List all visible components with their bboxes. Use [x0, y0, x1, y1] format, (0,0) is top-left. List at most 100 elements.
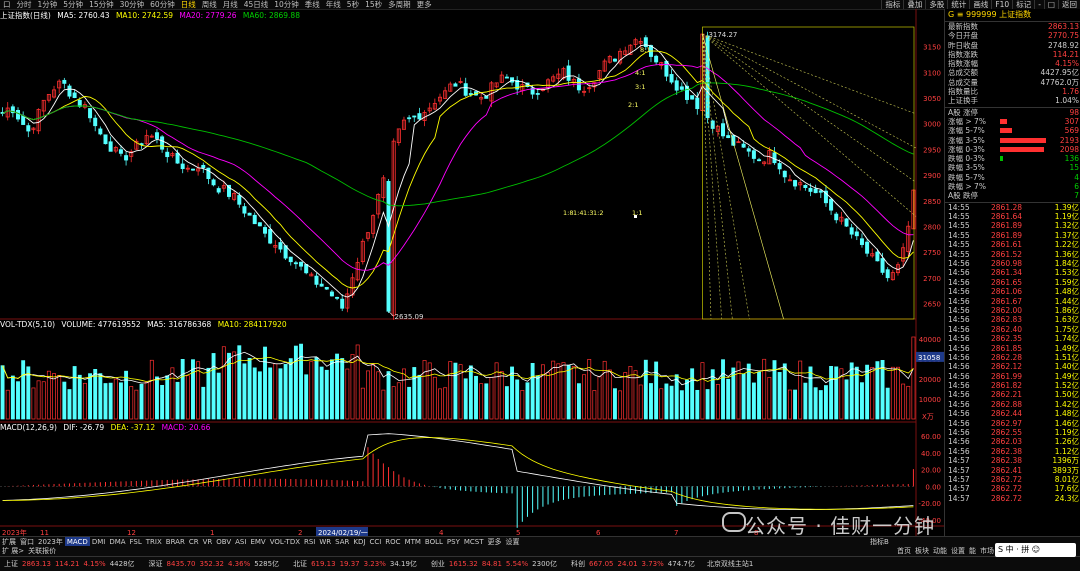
index-quote[interactable]: 上证 2863.13 114.21 4.15% 4428亿: [0, 557, 139, 571]
ime-toolbar[interactable]: S 中 · 拼 ☺: [995, 543, 1076, 557]
index-quote[interactable]: 深证 8435.70 352.32 4.36% 5285亿: [145, 557, 284, 571]
stat-row: 最新指数 2863.13: [945, 22, 1080, 31]
period-tab[interactable]: 年线: [323, 0, 344, 9]
breadth-label: 涨幅 3-5%: [948, 135, 985, 145]
candle-body: [293, 262, 298, 265]
secondary-link[interactable]: 关联报价: [26, 546, 58, 556]
period-tab[interactable]: 分时: [14, 0, 35, 9]
stat-row: 上证换手 1.04%: [945, 96, 1080, 105]
volume-bar: [257, 371, 262, 420]
candle-body: [103, 134, 108, 145]
gann-fan-label: 4:1: [635, 69, 645, 77]
period-tab[interactable]: 5秒: [344, 0, 362, 9]
tick-time: 14:57: [948, 493, 970, 503]
x-axis-label: 11: [40, 529, 49, 536]
secondary-right-item[interactable]: 动能: [931, 546, 949, 556]
volume-bar: [319, 366, 324, 420]
volume-bar: [571, 366, 576, 420]
toolbar-button[interactable]: 标记: [1012, 0, 1034, 9]
secondary-right-item[interactable]: 首页: [895, 546, 913, 556]
secondary-right-item[interactable]: 板块: [913, 546, 931, 556]
candle-body: [93, 117, 98, 127]
toolbar-button[interactable]: □: [1043, 0, 1058, 9]
period-tab[interactable]: 60分钟: [147, 0, 178, 9]
candle-body: [844, 218, 849, 227]
secondary-link[interactable]: 扩 展>: [0, 546, 26, 556]
period-tab[interactable]: 月线: [220, 0, 241, 9]
tick-amount: 24.3亿: [1054, 493, 1079, 503]
period-tab[interactable]: 30分钟: [117, 0, 148, 9]
candle-body: [165, 151, 170, 158]
volume-bar: [808, 366, 813, 420]
index-name: 深证: [148, 560, 163, 568]
volume-bar: [618, 390, 623, 420]
index-quote[interactable]: 科创 667.05 24.01 3.73% 474.7亿: [567, 557, 699, 571]
period-tab[interactable]: 15秒: [362, 0, 385, 9]
candle-body: [417, 113, 422, 120]
index-quote[interactable]: 创业 1615.32 84.81 5.54% 2300亿: [427, 557, 561, 571]
breadth-row: 涨幅 0-3% 2098: [945, 145, 1080, 154]
kline-chart[interactable]: 3150 3100 3050 3000 2950 2900 2850 2800 2750 2700…: [0, 9, 944, 536]
tick-time: 14:56: [948, 381, 970, 391]
candle-body: [124, 155, 129, 161]
stat-value: 2863.13: [1047, 22, 1079, 31]
tick-amount: 1.32亿: [1054, 221, 1079, 231]
volume-bar: [371, 364, 376, 420]
period-tab[interactable]: 多周期: [385, 0, 414, 9]
tick-row: 14:57 2862.72 17.6亿: [945, 484, 1080, 493]
period-tab[interactable]: 更多: [414, 0, 435, 9]
secondary-right-item[interactable]: 市场: [978, 546, 996, 556]
breadth-bar: [1000, 156, 1003, 162]
index-quote[interactable]: 北证 619.13 19.37 3.23% 34.19亿: [289, 557, 421, 571]
tick-amount: 1.86亿: [1054, 305, 1079, 315]
volume-bar: [659, 388, 664, 420]
tick-row: 14:56 2861.67 1.44亿: [945, 297, 1080, 306]
candle-body: [875, 251, 880, 262]
volume-bar: [793, 389, 798, 420]
candle-body: [746, 148, 751, 152]
toolbar-button[interactable]: 多股: [925, 0, 947, 9]
volume-bar: [365, 370, 370, 420]
period-tab[interactable]: 1分钟: [35, 0, 61, 9]
breadth-label: 涨幅 0-3%: [948, 144, 985, 154]
period-tab[interactable]: 周线: [199, 0, 220, 9]
tick-price: 2860.98: [991, 258, 1023, 268]
toolbar-button[interactable]: 统计: [947, 0, 969, 9]
volume-bar: [901, 383, 906, 420]
toolbar-button[interactable]: 指标: [881, 0, 903, 9]
candle-body: [216, 188, 221, 193]
toolbar-button[interactable]: 画线: [969, 0, 991, 9]
volume-bar: [798, 360, 803, 420]
period-tab[interactable]: 日线: [178, 0, 199, 9]
tick-list[interactable]: 14:55 2861.28 1.39亿 14:55 2861.64 1.19亿 14:55 2…: [945, 201, 1080, 504]
volume-tick: 40000: [919, 336, 941, 344]
tick-amount: 1.63亿: [1054, 315, 1079, 325]
tick-row: 14:56 2862.97 1.46亿: [945, 419, 1080, 428]
toolbar-button[interactable]: 返回: [1058, 0, 1080, 9]
tick-amount: 1.49亿: [1054, 371, 1079, 381]
period-tab[interactable]: 15分钟: [86, 0, 117, 9]
secondary-right-item[interactable]: 设置: [949, 546, 967, 556]
period-tab[interactable]: 5分钟: [60, 0, 86, 9]
toolbar-button[interactable]: -: [1034, 0, 1044, 9]
price-tick: 2650: [923, 301, 941, 309]
index-chg: 19.37: [339, 560, 360, 568]
tick-amount: 1.53亿: [1054, 268, 1079, 278]
period-tab[interactable]: 口: [0, 0, 14, 9]
volume-bar: [201, 386, 206, 420]
tick-amount: 1.12亿: [1054, 446, 1079, 456]
breadth-row: 涨幅 3-5% 2193: [945, 136, 1080, 145]
toolbar-button[interactable]: 叠加: [903, 0, 925, 9]
high-label: 3174.27: [708, 31, 737, 39]
tick-price: 2862.72: [991, 484, 1023, 494]
volume-bar: [715, 384, 720, 420]
tick-price: 2862.21: [991, 390, 1023, 400]
vol-volume: VOLUME: 477619552: [61, 320, 141, 329]
toolbar-button[interactable]: F10: [991, 0, 1012, 9]
vol-indicator-name: VOL-TDX(5,10): [0, 320, 56, 329]
period-tab[interactable]: 季线: [302, 0, 323, 9]
secondary-right-item[interactable]: 能: [967, 546, 978, 556]
candle-body: [237, 195, 242, 205]
period-tab[interactable]: 10分钟: [271, 0, 302, 9]
period-tab[interactable]: 45日线: [241, 0, 272, 9]
